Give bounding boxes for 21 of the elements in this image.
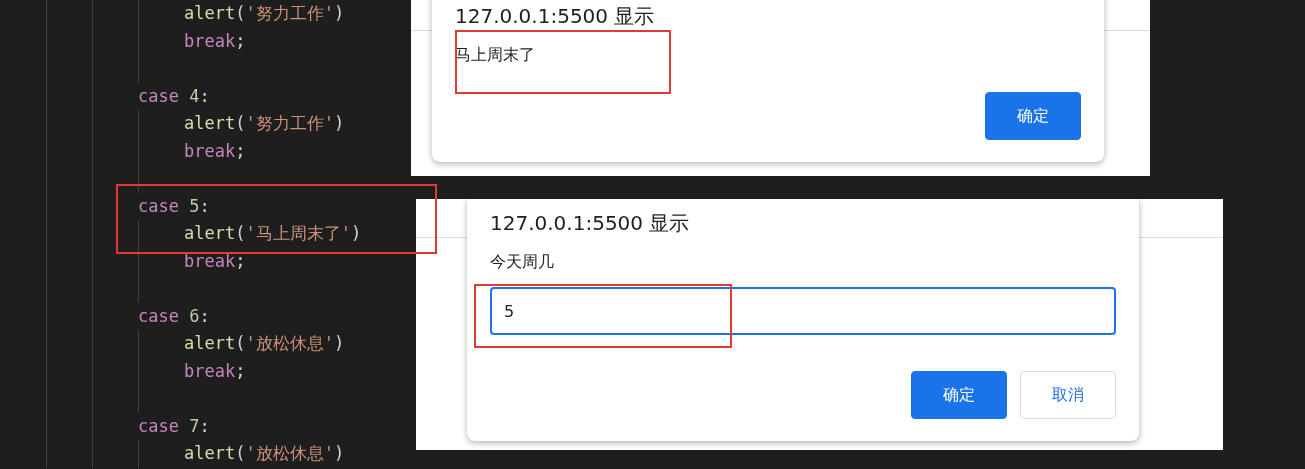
confirm-button[interactable]: 确定 [985, 92, 1081, 140]
dialog-message: 马上周末了 [455, 44, 536, 66]
confirm-button[interactable]: 确定 [911, 371, 1007, 419]
code-line: break; [183, 359, 246, 383]
code-line: alert('放松休息') [183, 442, 345, 465]
code-line: break; [183, 29, 246, 53]
code-line: alert('马上周末了') [183, 222, 362, 245]
code-line: alert('努力工作') [183, 2, 345, 25]
code-line: break; [183, 139, 246, 163]
code-line: alert('放松休息') [183, 332, 345, 355]
dialog-title: 127.0.0.1:5500 显示 [455, 3, 656, 30]
code-line: alert('努力工作') [183, 112, 345, 135]
code-line: case 6: [137, 304, 210, 328]
code-line: break; [183, 249, 246, 273]
cancel-button[interactable]: 取消 [1020, 371, 1116, 419]
dialog-message: 今天周几 [490, 251, 555, 273]
code-line: case 7: [137, 414, 210, 438]
code-line: case 5: [137, 194, 210, 218]
input-field[interactable]: 5 [490, 287, 1116, 335]
code-line: case 4: [137, 84, 210, 108]
dialog-title: 127.0.0.1:5500 显示 [490, 210, 691, 237]
